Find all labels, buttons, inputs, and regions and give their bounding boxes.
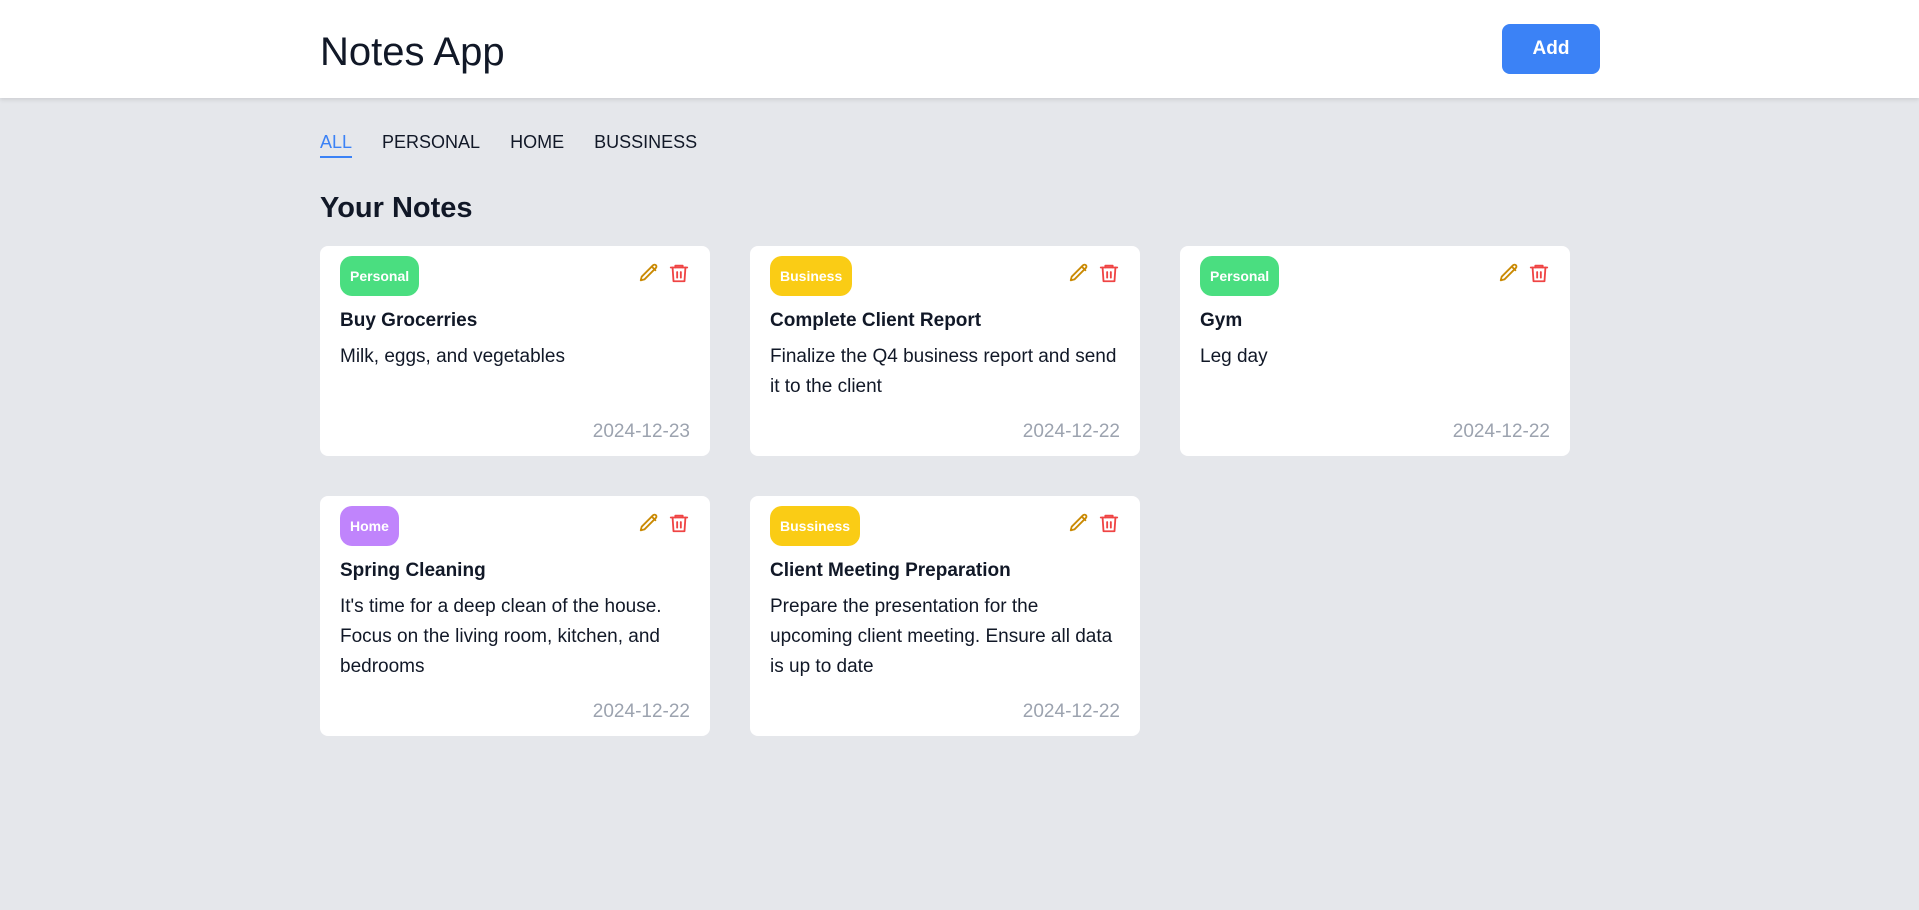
trash-icon[interactable]: [1098, 262, 1120, 284]
note-title: Complete Client Report: [770, 310, 982, 331]
app-header: Notes App Add: [0, 0, 1919, 98]
note-title: Buy Grocerries: [340, 310, 478, 331]
trash-icon[interactable]: [1528, 262, 1550, 284]
note-title: Client Meeting Preparation: [770, 560, 1011, 581]
note-date: 2024-12-22: [1452, 421, 1550, 442]
category-badge: Personal: [1200, 256, 1280, 296]
category-tabs: ALL PERSONAL HOME BUSSINESS: [320, 130, 697, 158]
tab-home[interactable]: HOME: [510, 130, 564, 158]
note-card[interactable]: Personal Buy Grocerries Milk, eggs, and …: [320, 246, 710, 456]
notes-grid: Personal Buy Grocerries Milk, eggs, and …: [320, 246, 1620, 746]
pencil-icon[interactable]: [638, 512, 660, 534]
note-body: It's time for a deep clean of the house.…: [340, 596, 662, 677]
note-card[interactable]: Business Complete Client Report Finalize…: [750, 246, 1140, 456]
tab-personal[interactable]: PERSONAL: [382, 130, 480, 158]
note-date: 2024-12-22: [1022, 701, 1120, 722]
note-body: Milk, eggs, and vegetables: [340, 346, 565, 367]
note-card[interactable]: Home Spring Cleaning It's time for a dee…: [320, 496, 710, 736]
category-badge: Bussiness: [770, 506, 861, 546]
note-card[interactable]: Personal Gym Leg day 2024-12-22: [1180, 246, 1570, 456]
trash-icon[interactable]: [668, 512, 690, 534]
category-badge: Home: [340, 506, 399, 546]
note-title: Gym: [1200, 310, 1243, 331]
tab-business[interactable]: BUSSINESS: [594, 130, 697, 158]
pencil-icon[interactable]: [1068, 512, 1090, 534]
category-badge: Personal: [340, 256, 420, 296]
section-title: Your Notes: [320, 192, 473, 224]
tab-all[interactable]: ALL: [320, 130, 353, 158]
note-card[interactable]: Bussiness Client Meeting Preparation Pre…: [750, 496, 1140, 736]
trash-icon[interactable]: [1098, 512, 1120, 534]
trash-icon[interactable]: [668, 262, 690, 284]
note-date: 2024-12-22: [592, 701, 690, 722]
note-body: Finalize the Q4 business report and send…: [770, 346, 1117, 397]
pencil-icon[interactable]: [1498, 262, 1520, 284]
note-body: Prepare the presentation for the upcomin…: [770, 596, 1113, 677]
app-title: Notes App: [320, 30, 505, 74]
category-badge: Business: [770, 256, 853, 296]
pencil-icon[interactable]: [638, 262, 660, 284]
note-date: 2024-12-23: [592, 421, 690, 442]
note-title: Spring Cleaning: [340, 560, 486, 581]
note-date: 2024-12-22: [1022, 421, 1120, 442]
pencil-icon[interactable]: [1068, 262, 1090, 284]
add-note-button[interactable]: Add: [1502, 24, 1600, 74]
note-body: Leg day: [1200, 346, 1268, 367]
